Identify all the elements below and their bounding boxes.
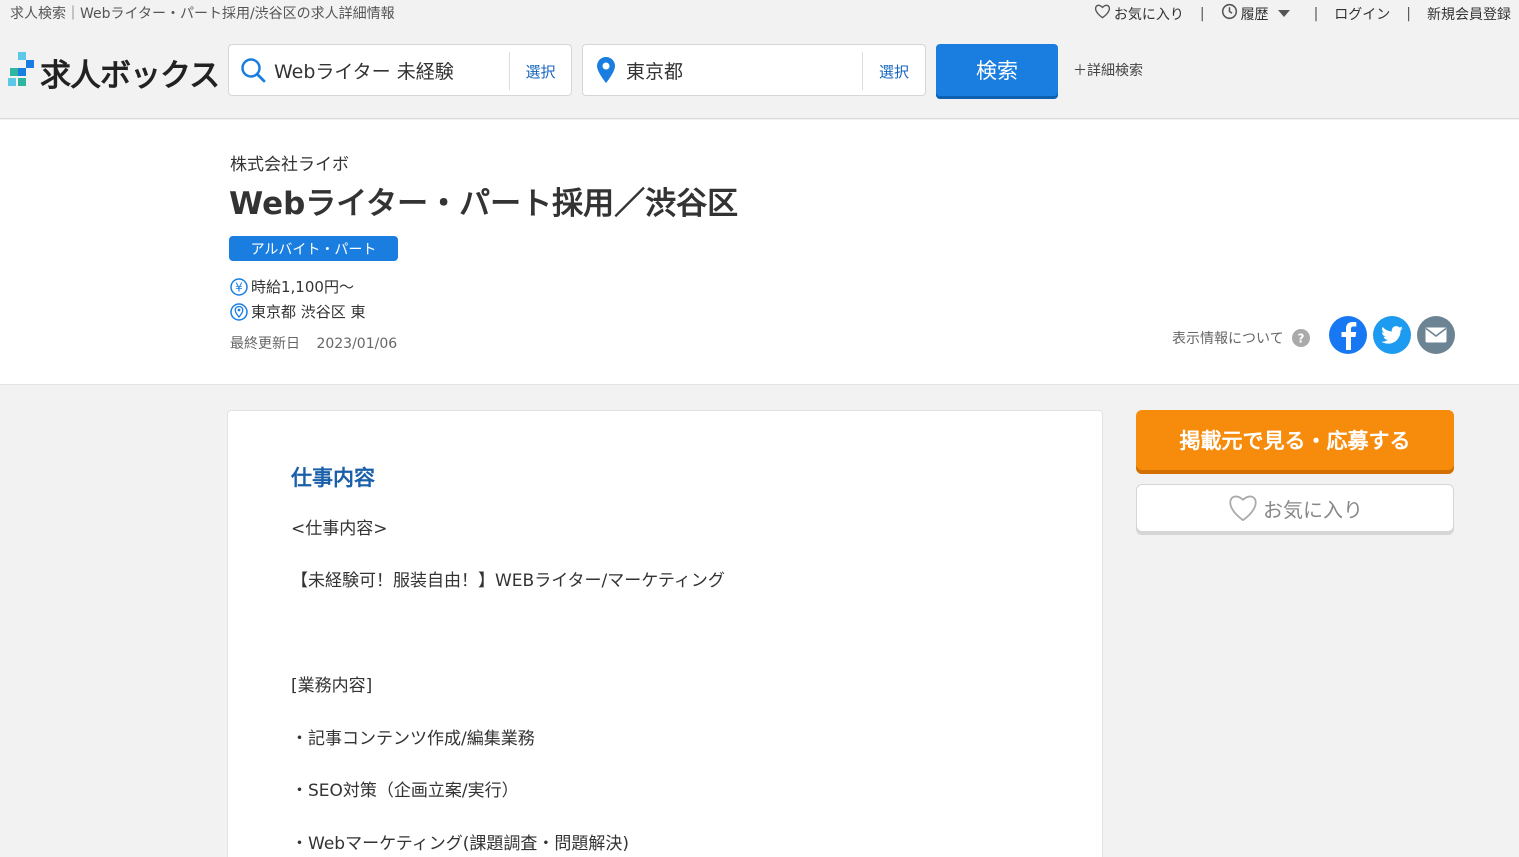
heart-icon — [1227, 494, 1259, 522]
twitter-icon — [1381, 326, 1403, 344]
nav-separator: | — [1199, 5, 1205, 22]
description-line: ・SEO対策（企画立案/実行） — [291, 781, 519, 801]
company-name: 株式会社ライボ — [230, 155, 349, 175]
mail-share-button[interactable] — [1417, 316, 1455, 354]
search-icon — [240, 57, 266, 83]
favorites-label: お気に入り — [1113, 6, 1184, 23]
page-title: 求人検索｜Webライター・パート採用/渋谷区の求人詳細情報 — [10, 6, 395, 22]
location-input[interactable]: 東京都 — [626, 57, 683, 84]
updated-date: 2023/01/06 — [316, 336, 398, 352]
location-pin-icon — [597, 57, 615, 83]
help-icon: ? — [1291, 329, 1310, 347]
salary-row: ¥ 時給1,100円～ — [230, 276, 354, 297]
twitter-share-button[interactable] — [1373, 316, 1411, 354]
clock-icon — [1221, 3, 1238, 24]
employment-type-badge: アルバイト・パート — [229, 236, 398, 261]
svg-text:?: ? — [1297, 332, 1304, 346]
site-logo[interactable]: 求人ボックス — [8, 50, 220, 95]
nav-separator: | — [1313, 5, 1319, 22]
updated-label: 最終更新日 — [230, 336, 300, 352]
description-line: <仕事内容> — [291, 519, 388, 539]
section-title: 仕事内容 — [291, 466, 375, 490]
detail-search-link[interactable]: ＋詳細検索 — [1073, 60, 1143, 80]
favorites-link[interactable]: お気に入り — [1094, 4, 1184, 24]
salary-text: 時給1,100円～ — [251, 278, 354, 296]
keyword-search-box[interactable]: Webライター 未経験 選択 — [228, 44, 572, 96]
nav-separator: | — [1406, 5, 1411, 22]
location-pin-icon — [230, 302, 248, 321]
location-select-button[interactable]: 選択 — [862, 52, 925, 90]
job-description-card: 仕事内容 <仕事内容> 【未経験可！服装自由！】WEBライター/マーケティング … — [227, 410, 1103, 857]
location-text: 東京都 渋谷区 東 — [251, 303, 366, 321]
keyword-select-button[interactable]: 選択 — [509, 52, 571, 90]
apply-button[interactable]: 掲載元で見る・応募する — [1136, 410, 1454, 470]
description-line: 【未経験可！服装自由！】WEBライター/マーケティング — [291, 571, 725, 591]
facebook-share-button[interactable] — [1329, 316, 1367, 354]
history-dropdown[interactable]: 履歴 — [1221, 3, 1290, 24]
signup-link[interactable]: 新規会員登録 — [1427, 4, 1511, 24]
logo-mark-icon — [8, 51, 36, 94]
yen-icon: ¥ — [230, 277, 248, 296]
job-title: Webライター・パート採用／渋谷区 — [229, 186, 739, 222]
description-line: ・記事コンテンツ作成/編集業務 — [291, 729, 535, 749]
heart-icon — [1094, 4, 1111, 23]
keyword-input[interactable]: Webライター 未経験 — [274, 57, 454, 84]
add-favorite-button[interactable]: お気に入り — [1136, 484, 1454, 532]
job-summary: 株式会社ライボ Webライター・パート採用／渋谷区 アルバイト・パート ¥ 時給… — [0, 120, 1519, 385]
search-button[interactable]: 検索 — [936, 44, 1058, 96]
last-updated: 最終更新日 2023/01/06 — [230, 333, 397, 353]
facebook-icon — [1338, 320, 1358, 350]
history-label: 履歴 — [1240, 6, 1269, 23]
add-favorite-label: お気に入り — [1263, 497, 1363, 522]
caret-down-icon — [1277, 6, 1290, 22]
description-line: ・Webマーケティング(課題調査・問題解決) — [291, 834, 629, 854]
location-search-box[interactable]: 東京都 選択 — [582, 44, 926, 96]
mail-icon — [1425, 327, 1447, 343]
location-row: 東京都 渋谷区 東 — [230, 301, 366, 322]
login-link[interactable]: ログイン — [1334, 4, 1390, 24]
site-header: 求人検索｜Webライター・パート採用/渋谷区の求人詳細情報 お気に入り | 履歴… — [0, 0, 1519, 119]
display-info-label: 表示情報について — [1172, 331, 1284, 347]
top-nav: お気に入り | 履歴 | ログイン | 新規会員登録 — [1094, 3, 1511, 24]
display-info-link[interactable]: 表示情報について ? — [1172, 328, 1310, 348]
svg-text:¥: ¥ — [235, 280, 243, 294]
logo-text: 求人ボックス — [40, 58, 220, 94]
description-line: [業務内容] — [291, 676, 373, 696]
